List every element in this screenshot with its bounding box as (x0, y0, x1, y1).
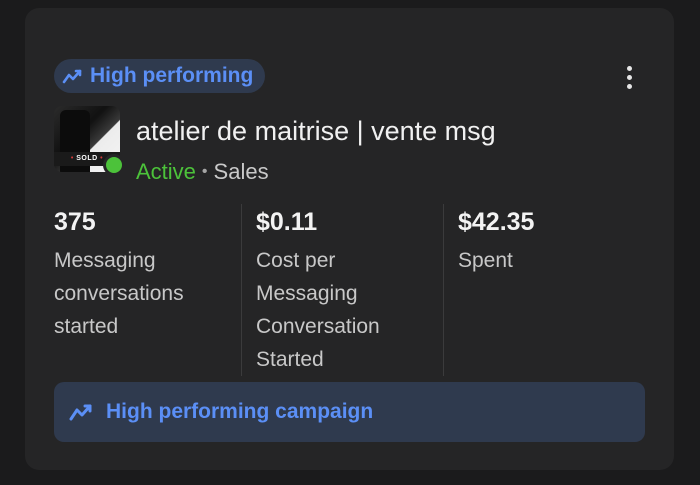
metric-label: Cost per Messaging Conversation Started (256, 249, 380, 371)
metric-divider (241, 204, 242, 376)
trend-up-icon (62, 69, 82, 84)
banner-label: High performing campaign (106, 400, 374, 423)
more-vertical-icon[interactable] (617, 62, 641, 92)
high-performing-badge: High performing (54, 59, 266, 93)
metric-spent: $42.35 Spent (458, 204, 628, 277)
account-name[interactable]: atelier de maitrise | vente msg (136, 116, 496, 147)
metric-cost-per-conversation: $0.11 Cost per Messaging Conversation St… (256, 204, 426, 376)
metric-conversations: 375 Messaging conversations started (54, 204, 224, 343)
status-line: Active • Sales (136, 159, 269, 185)
high-performing-campaign-banner[interactable]: High performing campaign (54, 382, 645, 442)
metric-label: Messaging conversations started (54, 249, 184, 338)
status-text: Active (136, 159, 196, 184)
metric-value: 375 (54, 208, 96, 236)
campaign-card[interactable]: High performing • SOLD • atelier de mait… (25, 8, 674, 470)
active-status-dot (103, 154, 125, 176)
badge-label: High performing (90, 64, 254, 87)
metric-value: $42.35 (458, 208, 535, 236)
separator-dot: • (201, 163, 208, 180)
metric-label: Spent (458, 249, 513, 272)
objective-text: Sales (213, 159, 269, 184)
trend-up-icon (69, 404, 92, 421)
metric-value: $0.11 (256, 208, 318, 236)
metric-divider (443, 204, 444, 376)
